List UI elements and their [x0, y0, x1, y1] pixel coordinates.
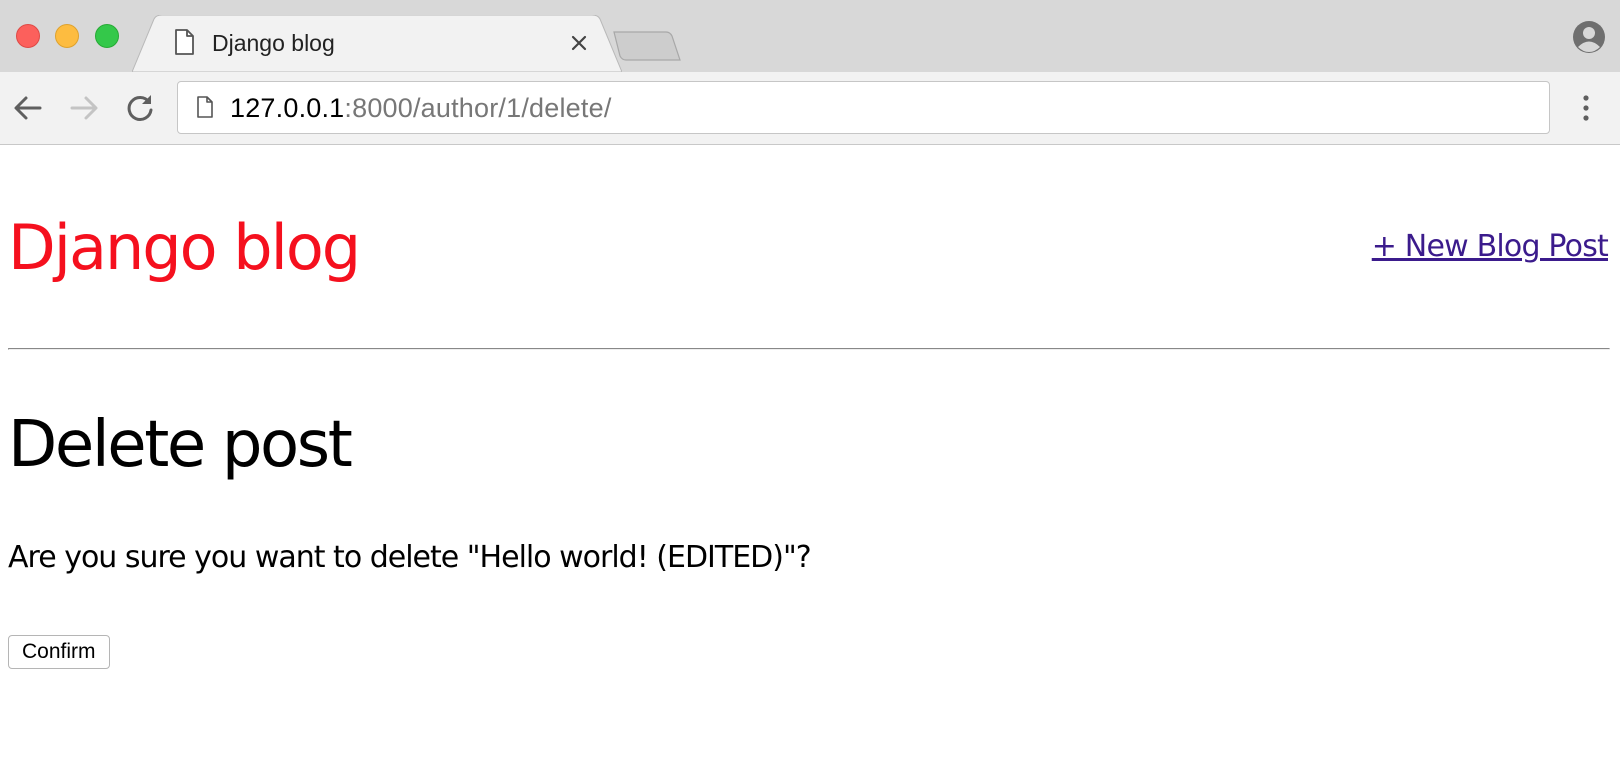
arrow-right-icon[interactable]: [66, 90, 102, 126]
close-icon[interactable]: [568, 32, 590, 54]
window-minimize-button[interactable]: [55, 24, 79, 48]
profile-icon[interactable]: [1572, 20, 1606, 54]
url-path: :8000/author/1/delete/: [344, 93, 612, 123]
url-host: 127.0.0.1: [230, 93, 345, 123]
tab-title: Django blog: [212, 30, 335, 56]
window-zoom-button[interactable]: [95, 24, 119, 48]
new-blog-post-link[interactable]: + New Blog Post: [1372, 229, 1609, 265]
site-title[interactable]: Django blog: [8, 211, 361, 285]
window-close-button[interactable]: [16, 24, 40, 48]
browser-toolbar: 127.0.0.1:8000/author/1/delete/: [0, 72, 1620, 145]
delete-confirmation-message: Are you sure you want to delete "Hello w…: [8, 540, 812, 575]
divider: [8, 348, 1610, 350]
arrow-left-icon[interactable]: [10, 90, 46, 126]
url-text: 127.0.0.1:8000/author/1/delete/: [230, 93, 612, 123]
page-heading: Delete post: [8, 408, 353, 482]
new-tab-icon[interactable]: [612, 30, 682, 62]
kebab-menu-icon[interactable]: [1578, 90, 1594, 126]
confirm-button[interactable]: Confirm: [8, 635, 110, 669]
browser-tab-bar: Django blog: [0, 0, 1620, 72]
reload-icon[interactable]: [122, 90, 158, 126]
page-content: Django blog + New Blog Post Delete post …: [0, 145, 1620, 758]
active-tab[interactable]: Django blog: [160, 15, 600, 72]
document-icon: [175, 29, 194, 55]
document-icon: [197, 96, 213, 118]
address-bar[interactable]: 127.0.0.1:8000/author/1/delete/: [177, 81, 1550, 134]
